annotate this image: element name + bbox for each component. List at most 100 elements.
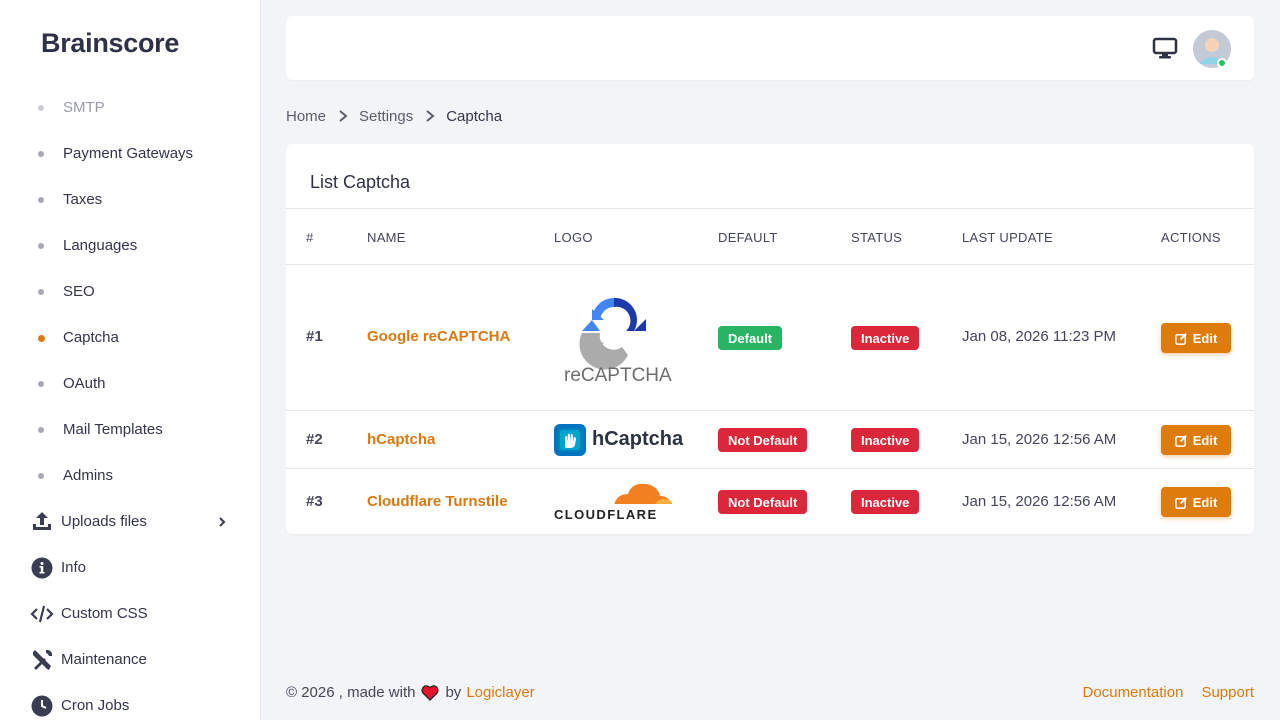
breadcrumb-current: Captcha <box>446 107 503 125</box>
by-text: by <box>445 684 462 701</box>
captcha-name-link[interactable]: Google reCAPTCHA <box>367 328 510 345</box>
default-badge: Not Default <box>718 490 808 514</box>
footer-copyright: © 2026 , made with by Logiclayer <box>286 684 535 701</box>
edit-button[interactable]: Edit <box>1161 425 1231 455</box>
sidebar-item-label: Cron Jobs <box>61 697 130 714</box>
last-update-date: Jan 15, 2026 12:56 AM <box>962 431 1117 448</box>
sidebar-item-smtp[interactable]: SMTP <box>0 93 261 123</box>
sidebar-item-info[interactable]: Info <box>0 552 261 584</box>
table-row: #3 Cloudflare Turnstile CLOUDFLARE Not D… <box>286 469 1254 534</box>
edit-icon <box>1174 332 1187 345</box>
edit-icon <box>1174 434 1187 447</box>
recaptcha-logo-text: reCAPTCHA <box>564 365 672 386</box>
last-update-date: Jan 15, 2026 12:56 AM <box>962 493 1117 510</box>
footer-links: Documentation Support <box>1083 684 1254 701</box>
tools-icon <box>33 649 53 670</box>
edit-button[interactable]: Edit <box>1161 323 1231 353</box>
bullet-icon <box>38 243 44 249</box>
online-status-dot <box>1217 58 1227 68</box>
cloudflare-logo: CLOUDFLARE <box>554 480 676 522</box>
sidebar-item-cron-jobs[interactable]: Cron Jobs <box>0 690 261 720</box>
sidebar-item-label: Maintenance <box>61 651 147 668</box>
chevron-right-icon <box>219 517 226 527</box>
sidebar-item-label: Uploads files <box>61 513 147 530</box>
hcaptcha-logo-text: hCaptcha <box>592 428 684 450</box>
code-icon <box>30 605 54 623</box>
sidebar-item-maintenance[interactable]: Maintenance <box>0 644 261 676</box>
sidebar-item-label: Payment Gateways <box>63 145 194 162</box>
status-badge: Inactive <box>851 428 920 452</box>
documentation-link[interactable]: Documentation <box>1083 684 1184 701</box>
captcha-list-card: List Captcha # NAME LOGO DEFAULT STATUS … <box>286 144 1254 534</box>
bullet-icon <box>38 427 44 433</box>
row-number: #3 <box>306 493 323 510</box>
divider <box>286 208 1254 209</box>
default-badge: Default <box>718 326 783 350</box>
sidebar-item-captcha[interactable]: Captcha <box>0 323 261 353</box>
bullet-icon <box>38 473 44 479</box>
bullet-icon <box>38 289 44 295</box>
sidebar-item-label: Admins <box>63 467 114 484</box>
breadcrumb-settings[interactable]: Settings <box>359 108 413 125</box>
column-header-last-update: LAST UPDATE <box>962 230 1053 245</box>
sidebar-item-label: Languages <box>63 237 138 254</box>
breadcrumb-home[interactable]: Home <box>286 108 326 125</box>
column-header-default: DEFAULT <box>718 230 778 245</box>
info-icon <box>31 557 53 579</box>
sidebar-item-label: SMTP <box>63 99 105 116</box>
default-badge: Not Default <box>718 428 808 452</box>
captcha-name-link[interactable]: hCaptcha <box>367 431 435 448</box>
captcha-name-link[interactable]: Cloudflare Turnstile <box>367 493 508 510</box>
recaptcha-logo: reCAPTCHA <box>564 293 672 389</box>
status-badge: Inactive <box>851 490 920 514</box>
sidebar-item-mail-templates[interactable]: Mail Templates <box>0 415 261 445</box>
active-bullet-icon <box>38 335 45 342</box>
sidebar-item-label: Mail Templates <box>63 421 163 438</box>
column-header-logo: LOGO <box>554 230 593 245</box>
table-row: #2 hCaptcha hCaptcha Not Default Inactiv… <box>286 411 1254 468</box>
edit-button-label: Edit <box>1192 432 1218 448</box>
edit-button-label: Edit <box>1192 330 1218 346</box>
sidebar: Brainscore SMTP Payment Gateways Taxes L… <box>0 0 261 720</box>
cloudflare-cloud-icon <box>614 483 674 507</box>
sidebar-item-label: OAuth <box>63 375 106 392</box>
copyright-text: © 2026 , made with <box>286 684 416 701</box>
upload-icon <box>33 512 51 530</box>
edit-button[interactable]: Edit <box>1161 487 1231 517</box>
sidebar-item-uploads-files[interactable]: Uploads files <box>0 506 261 538</box>
bullet-icon <box>38 381 44 387</box>
edit-button-label: Edit <box>1192 494 1218 510</box>
row-number: #1 <box>306 328 323 345</box>
sidebar-item-taxes[interactable]: Taxes <box>0 185 261 215</box>
sidebar-item-label: Captcha <box>63 329 119 346</box>
bullet-icon <box>38 105 44 111</box>
company-link[interactable]: Logiclayer <box>466 684 534 701</box>
bullet-icon <box>38 151 44 157</box>
sidebar-item-seo[interactable]: SEO <box>0 277 261 307</box>
brand-logo-text[interactable]: Brainscore <box>41 28 179 59</box>
sidebar-item-admins[interactable]: Admins <box>0 461 261 491</box>
status-badge: Inactive <box>851 326 920 350</box>
cloudflare-logo-text: CLOUDFLARE <box>554 507 658 522</box>
sidebar-item-languages[interactable]: Languages <box>0 231 261 261</box>
edit-icon <box>1174 496 1187 509</box>
row-number: #2 <box>306 431 323 448</box>
monitor-icon[interactable] <box>1152 36 1178 60</box>
hcaptcha-logo: hCaptcha <box>554 424 683 456</box>
table-row: #1 Google reCAPTCHA reCAPTCHA Default In… <box>286 265 1254 410</box>
sidebar-item-payment-gateways[interactable]: Payment Gateways <box>0 139 261 169</box>
topbar <box>286 16 1254 80</box>
sidebar-item-custom-css[interactable]: Custom CSS <box>0 598 261 630</box>
column-header-status: STATUS <box>851 230 903 245</box>
support-link[interactable]: Support <box>1201 684 1254 701</box>
sidebar-item-label: Info <box>61 559 87 576</box>
sidebar-item-label: SEO <box>63 283 95 300</box>
heart-icon <box>421 684 440 701</box>
last-update-date: Jan 08, 2026 11:23 PM <box>962 328 1116 345</box>
breadcrumb: Home Settings Captcha <box>286 106 502 126</box>
sidebar-item-oauth[interactable]: OAuth <box>0 369 261 399</box>
column-header-actions: ACTIONS <box>1161 230 1221 245</box>
sidebar-item-label: Custom CSS <box>61 605 148 622</box>
hcaptcha-logo-icon <box>554 424 586 456</box>
column-header-name: NAME <box>367 230 406 245</box>
